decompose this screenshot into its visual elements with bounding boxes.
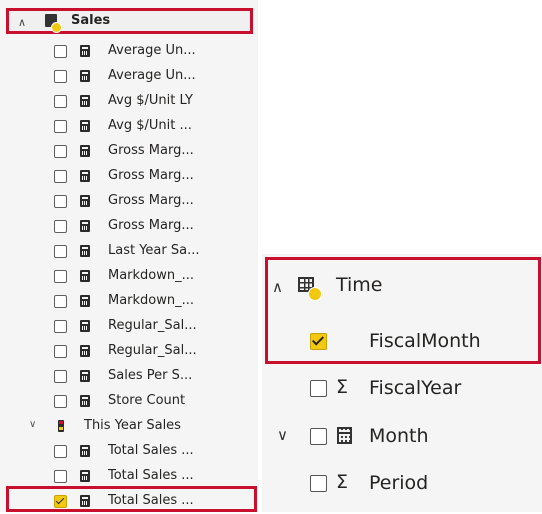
measure-label: Gross Marg... — [108, 143, 194, 158]
fiscalyear-checkbox[interactable] — [310, 380, 327, 397]
sales-table-name: Sales — [71, 13, 111, 28]
field-row-month[interactable]: ∨ Month — [262, 416, 542, 456]
measure-checkbox[interactable] — [54, 145, 67, 158]
measure-checkbox[interactable] — [54, 245, 67, 258]
measure-checkbox[interactable] — [54, 195, 67, 208]
measure-row[interactable]: Gross Marg... — [0, 139, 258, 164]
measure-checkbox[interactable] — [54, 45, 67, 58]
calculator-icon — [80, 170, 90, 182]
calculator-icon — [80, 195, 90, 207]
measure-label: Avg $/Unit LY — [108, 93, 193, 108]
field-row-fiscalmonth[interactable]: FiscalMonth — [262, 321, 542, 361]
measure-row[interactable]: Avg $/Unit ... — [0, 114, 258, 139]
fields-pane-right: ∧ Time FiscalMonth Σ FiscalYear ∨ Month … — [262, 254, 542, 512]
calculator-icon — [80, 45, 90, 57]
chevron-up-icon[interactable]: ∧ — [18, 16, 26, 29]
calculator-icon — [80, 120, 90, 132]
calculator-icon — [80, 470, 90, 482]
measure-label: Sales Per S... — [108, 368, 193, 383]
measure-checkbox[interactable] — [54, 170, 67, 183]
measure-label: Last Year Sa... — [108, 243, 200, 258]
measure-checkbox[interactable] — [54, 120, 67, 133]
measure-checkbox[interactable] — [54, 270, 67, 283]
folder-this-year-sales[interactable]: ∨ This Year Sales — [0, 414, 258, 439]
measure-label: Markdown_... — [108, 268, 195, 283]
measure-label: Average Un... — [108, 43, 196, 58]
measure-row[interactable]: Markdown_... — [0, 264, 258, 289]
measure-checkbox[interactable] — [54, 345, 67, 358]
measure-label: Regular_Sal... — [108, 318, 197, 333]
display-folder-icon — [58, 420, 64, 432]
measure-checkbox[interactable] — [54, 95, 67, 108]
chevron-down-icon[interactable]: ∨ — [29, 419, 36, 430]
table-icon — [298, 277, 322, 301]
calculator-icon — [80, 245, 90, 257]
measure-row[interactable]: Gross Marg... — [0, 214, 258, 239]
calendar-icon — [337, 427, 352, 444]
measure-row[interactable]: Average Un... — [0, 64, 258, 89]
time-table-name: Time — [336, 274, 383, 296]
calculator-icon — [80, 295, 90, 307]
measure-row[interactable]: Regular_Sal... — [0, 339, 258, 364]
field-label: Month — [369, 425, 429, 447]
calculator-icon — [80, 145, 90, 157]
calculator-icon — [80, 445, 90, 457]
table-icon — [45, 14, 62, 33]
calculator-icon — [80, 95, 90, 107]
measure-row[interactable]: Average Un... — [0, 39, 258, 64]
measure-label: Gross Marg... — [108, 168, 194, 183]
field-row-period[interactable]: Σ Period — [262, 463, 542, 503]
measure-checkbox[interactable] — [54, 445, 67, 458]
measure-label: Regular_Sal... — [108, 343, 197, 358]
field-label: FiscalMonth — [369, 330, 481, 352]
measure-label: Store Count — [108, 393, 186, 408]
period-checkbox[interactable] — [310, 475, 327, 492]
folder-label: This Year Sales — [84, 418, 181, 433]
sales-table-header[interactable]: ∧ Sales — [6, 8, 253, 34]
measure-label: Avg $/Unit ... — [108, 118, 192, 133]
measure-row[interactable]: Markdown_... — [0, 289, 258, 314]
calculator-icon — [80, 70, 90, 82]
calculator-icon — [80, 370, 90, 382]
measure-row[interactable]: Store Count — [0, 389, 258, 414]
measure-row[interactable]: Sales Per S... — [0, 364, 258, 389]
measure-checkbox[interactable] — [54, 220, 67, 233]
measure-row[interactable]: Gross Marg... — [0, 164, 258, 189]
calculator-icon — [80, 270, 90, 282]
measure-row[interactable]: Regular_Sal... — [0, 314, 258, 339]
measure-label: Total Sales ... — [108, 468, 194, 483]
measure-label: Total Sales ... — [108, 443, 194, 458]
measure-checkbox[interactable] — [54, 370, 67, 383]
measure-row[interactable]: Avg $/Unit LY — [0, 89, 258, 114]
measure-label: Markdown_... — [108, 293, 195, 308]
calculator-icon — [80, 345, 90, 357]
measure-checkbox[interactable] — [54, 320, 67, 333]
measure-label: Gross Marg... — [108, 193, 194, 208]
field-label: Period — [369, 472, 429, 494]
calculator-icon — [80, 220, 90, 232]
month-checkbox[interactable] — [310, 428, 327, 445]
fiscalmonth-checkbox[interactable] — [310, 333, 327, 350]
selected-field-highlight — [6, 486, 257, 512]
measure-row[interactable]: Last Year Sa... — [0, 239, 258, 264]
folder-measure-row[interactable]: Total Sales ... — [0, 439, 258, 464]
measure-row[interactable]: Gross Marg... — [0, 189, 258, 214]
calculator-icon — [80, 320, 90, 332]
chevron-up-icon[interactable]: ∧ — [272, 278, 283, 296]
measure-label: Gross Marg... — [108, 218, 194, 233]
sigma-icon: Σ — [336, 376, 349, 398]
field-row-fiscalyear[interactable]: Σ FiscalYear — [262, 368, 542, 408]
chevron-down-icon[interactable]: ∨ — [277, 426, 288, 444]
measure-checkbox[interactable] — [54, 470, 67, 483]
measure-label: Average Un... — [108, 68, 196, 83]
sigma-icon: Σ — [336, 471, 349, 493]
field-label: FiscalYear — [369, 377, 462, 399]
fields-pane-left: ∧ Sales Average Un... Average Un... Avg $/… — [0, 0, 258, 512]
measure-checkbox[interactable] — [54, 70, 67, 83]
calculator-icon — [80, 395, 90, 407]
measure-checkbox[interactable] — [54, 295, 67, 308]
measure-checkbox[interactable] — [54, 395, 67, 408]
